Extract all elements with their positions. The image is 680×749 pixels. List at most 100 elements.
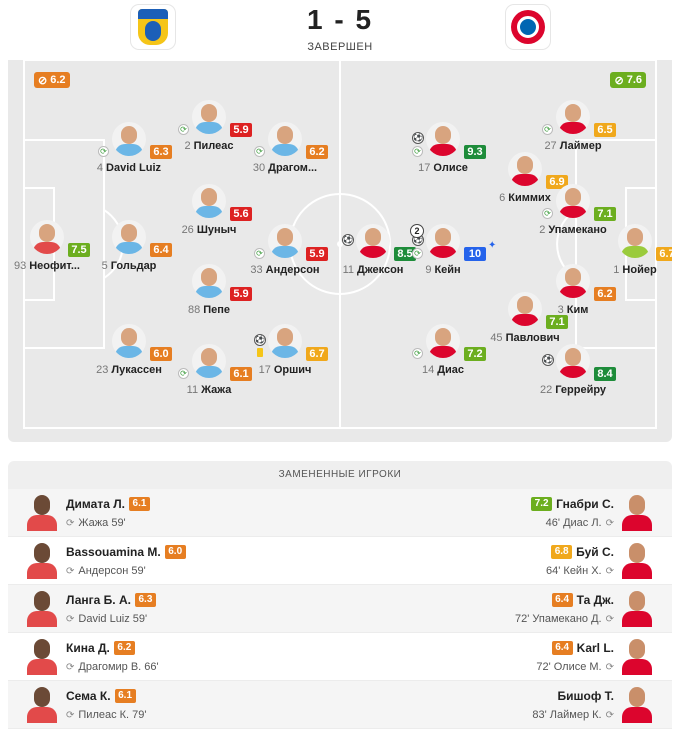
player-number: 88 [187, 304, 201, 316]
player-rating: 5.6 [230, 207, 252, 221]
swap-icon: ⟳ [66, 517, 75, 529]
substitution-row[interactable]: Димата Л. 6.1 ⟳ Жажа 59' 7.2 Гнабри С. 46' Диа… [8, 489, 672, 537]
player-photo-shirt [195, 206, 223, 218]
swap-icon: ⟳ [66, 661, 75, 673]
player-photo [268, 122, 302, 156]
player-name: Нойер [622, 264, 657, 276]
ball-icon: ⚽ [254, 334, 266, 346]
player-name: Гольдар [110, 260, 157, 272]
home-sub-detail: ⟳ Андерсон 59' [66, 565, 186, 577]
home-sub-name-line: Bassouamina M. 6.0 [66, 544, 186, 560]
player-number: 3 [557, 304, 564, 316]
away-sub-photo [619, 685, 655, 723]
home-sub-replaced: David Luiz 59' [78, 613, 148, 625]
player-label: 4 David Luiz [74, 162, 184, 174]
substitution-icon: ⟳ [412, 146, 423, 157]
player-number: 93 [13, 260, 27, 272]
player-photo-shirt [559, 206, 587, 218]
player-photo-shirt [271, 246, 299, 258]
sub-photo-shirt [622, 563, 652, 579]
home-sub-rating: 6.1 [128, 497, 150, 511]
player-rating: 6.5 [594, 123, 616, 137]
player-rating: 6.4 [150, 243, 172, 257]
away-sub-name: Бишоф Т. [557, 689, 614, 703]
player-photo [556, 100, 590, 134]
player-guerreiro[interactable]: ⚽ 8.4 22 Геррейру [518, 344, 628, 404]
player-kane[interactable]: ⚽ 2 ⟳ 10 ✦ 9 Кейн [388, 224, 498, 284]
substitution-icon: ⟳ [254, 146, 265, 157]
away-sub-rating: 6.4 [551, 641, 573, 655]
player-photo-head [565, 348, 581, 366]
player-label: 9 Кейн [388, 264, 498, 276]
player-number: 5 [101, 260, 108, 272]
player-dragomir[interactable]: ⟳ 6.2 30 Драгом... [230, 122, 340, 182]
substitution-row[interactable]: Bassouamina M. 6.0 ⟳ Андерсон 59' 6.8 Буй С. 6… [8, 537, 672, 585]
player-number: 2 [539, 224, 546, 236]
player-photo-shirt [559, 286, 587, 298]
home-sub-info: Сема К. 6.1 ⟳ Пилеас К. 79' [66, 688, 147, 721]
substitution-row[interactable]: Кина Д. 6.2 ⟳ Драгомир В. 66' 6.4 Karl L. 72' … [8, 633, 672, 681]
home-sub-info: Димата Л. 6.1 ⟳ Жажа 59' [66, 496, 150, 529]
home-sub-rating: 6.0 [164, 545, 186, 559]
player-label: 27 Лаймер [518, 140, 628, 152]
sub-photo-head [34, 639, 50, 659]
home-sub-info: Bassouamina M. 6.0 ⟳ Андерсон 59' [66, 544, 186, 577]
home-sub-name: Сема К. [66, 689, 111, 703]
swap-icon: ⟳ [66, 709, 75, 721]
player-photo-shirt [429, 246, 457, 258]
away-team-logo[interactable] [506, 5, 550, 49]
sub-photo-head [629, 687, 645, 707]
player-photo [192, 264, 226, 298]
substitution-icon: ⟳ [542, 124, 553, 135]
match-score: 1 - 5 [306, 4, 374, 35]
player-name: Андерсон [265, 264, 320, 276]
player-name: Неофит... [29, 260, 80, 272]
substitution-icon: ⟳ [412, 248, 423, 259]
player-rating: 6.2 [594, 287, 616, 301]
swap-icon: ⟳ [605, 517, 614, 529]
ball-icon: ⚽ [542, 354, 554, 366]
player-photo-shirt [271, 144, 299, 156]
match-status: ЗАВЕРШЕН [307, 41, 373, 53]
ball-icon: ⚽ [412, 132, 424, 144]
sub-photo-shirt [27, 515, 57, 531]
player-photo-head [565, 268, 581, 286]
away-sub-replaced: 83' Лаймер К. [532, 709, 602, 721]
player-name: Оршич [273, 364, 312, 376]
away-sub-name: Гнабри С. [556, 497, 614, 511]
player-photo [112, 220, 146, 254]
swap-icon: ⟳ [605, 613, 614, 625]
sub-photo-head [629, 639, 645, 659]
player-number: 17 [258, 364, 271, 376]
home-sub-detail: ⟳ Жажа 59' [66, 517, 150, 529]
away-sub-name-line: 6.4 Karl L. [536, 640, 614, 656]
player-photo-head [121, 224, 137, 242]
player-laimer[interactable]: ⟳ 6.5 27 Лаймер [518, 100, 628, 160]
pitch: ⊘ 6.2 ⊘ 7.6 7.5 93 Неофит... 6.4 5 Гольдар ⟳ 6.3 4… [8, 60, 672, 442]
home-sub-name-line: Сема К. 6.1 [66, 688, 147, 704]
player-photo [618, 224, 652, 258]
player-neuer[interactable]: 6.7 1 Нойер [580, 224, 672, 284]
away-sub-replaced: 72' Упамекано Д. [515, 613, 602, 625]
player-rating: 6.2 [306, 145, 328, 159]
swap-icon: ⟳ [605, 661, 614, 673]
player-photo-head [39, 224, 55, 242]
yellow-card-icon [257, 348, 263, 357]
player-photo-head [201, 104, 217, 122]
player-orshich[interactable]: ⚽ 6.7 17 Оршич [230, 324, 340, 384]
away-sub-info: 6.4 Та Дж. 72' Упамекано Д. ⟳ [515, 592, 614, 625]
player-name: Олисе [433, 162, 468, 174]
player-number: 23 [96, 364, 109, 376]
substitution-icon: ⟳ [542, 208, 553, 219]
player-photo-shirt [195, 122, 223, 134]
sub-photo-shirt [27, 659, 57, 675]
away-sub-info: 7.2 Гнабри С. 46' Диас Л. ⟳ [531, 496, 614, 529]
player-label: 88 Пепе [154, 304, 264, 316]
player-number: 1 [613, 264, 620, 276]
home-sub-name-line: Кина Д. 6.2 [66, 640, 159, 656]
sub-photo-shirt [27, 707, 57, 723]
player-number: 9 [425, 264, 432, 276]
home-sub-detail: ⟳ Драгомир В. 66' [66, 661, 159, 673]
substitution-row[interactable]: Ланга Б. А. 6.3 ⟳ David Luiz 59' 6.4 Та Дж. 72… [8, 585, 672, 633]
substitution-row[interactable]: Сема К. 6.1 ⟳ Пилеас К. 79' Бишоф Т. 83' Лайм… [8, 681, 672, 729]
